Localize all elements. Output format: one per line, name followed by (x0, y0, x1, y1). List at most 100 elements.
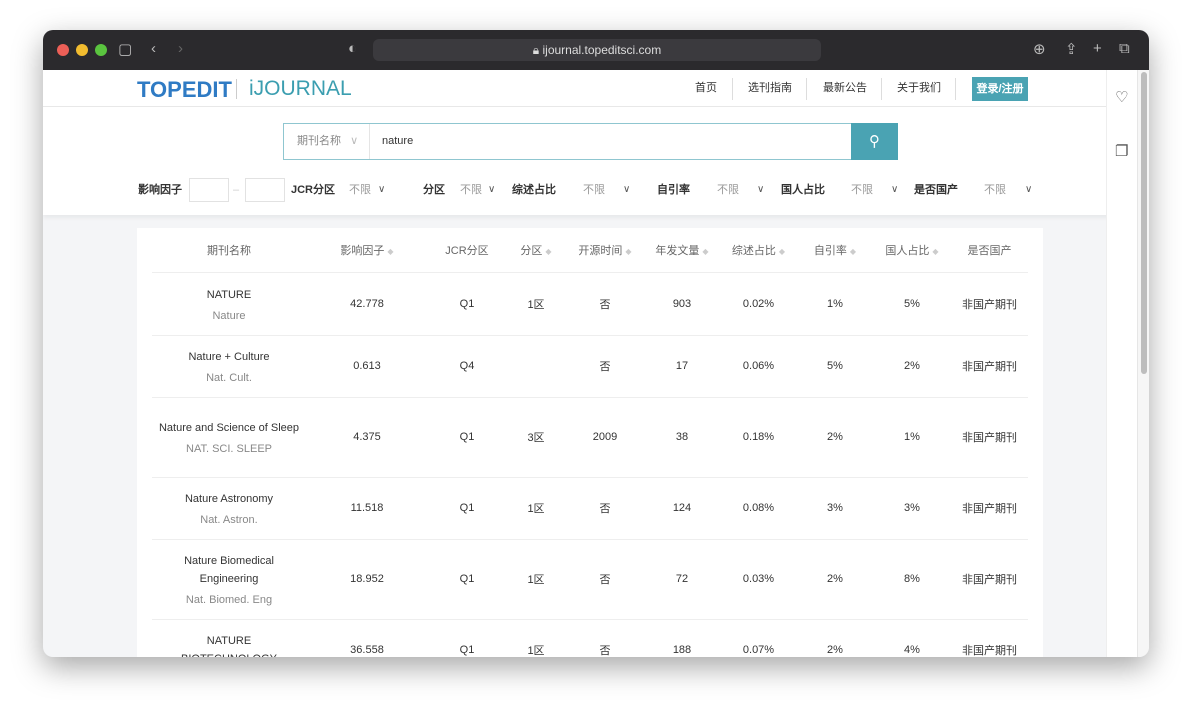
page-scrollbar[interactable] (1137, 70, 1149, 657)
nav-guide[interactable]: 选刊指南 (748, 70, 792, 107)
sidebar-icon[interactable]: ▢ (118, 40, 132, 58)
logo-topedit[interactable]: TOPEDIT (137, 77, 232, 103)
cell-count: 72 (644, 539, 720, 620)
journal-name[interactable]: Nature Biomedical Engineering (158, 552, 300, 588)
login-register-button[interactable]: 登录/注册 (972, 77, 1028, 101)
search-box: 期刊名称 ∨ nature ⚲ (283, 123, 898, 160)
table-row[interactable]: NATURE BIOTECHNOLOGY36.558Q11区否1880.07%2… (152, 619, 1028, 657)
journal-name[interactable]: NATURE (158, 286, 300, 304)
chevron-down-icon: ∨ (350, 135, 359, 147)
cell-review: 0.06% (720, 335, 797, 398)
cell-oa: 否 (566, 619, 644, 657)
journal-name-cell[interactable]: Nature + Culture Nat. Cult. (152, 335, 306, 398)
nav-divider (881, 78, 882, 100)
journal-name-cell[interactable]: NATURE Nature (152, 272, 306, 336)
cell-review: 0.18% (720, 397, 797, 478)
minimize-window-button[interactable] (76, 44, 88, 56)
chevron-down-icon[interactable]: ∨ (891, 177, 898, 203)
journal-name-cell[interactable]: Nature and Science of Sleep NAT. SCI. SLE… (152, 397, 306, 478)
search-field-select[interactable]: 期刊名称 ∨ (284, 124, 370, 159)
cell-zone: 1区 (506, 477, 566, 540)
table-row[interactable]: Nature and Science of Sleep NAT. SCI. SLE… (152, 397, 1028, 478)
col-domestic: 是否国产 (951, 228, 1028, 273)
cell-jcr: Q1 (428, 477, 506, 540)
filter-self-cite-select[interactable]: 不限 (717, 177, 739, 203)
cell-count: 38 (644, 397, 720, 478)
journal-name[interactable]: NATURE BIOTECHNOLOGY (158, 632, 300, 657)
filter-bar: 影响因子 – JCR分区 不限 ∨ 分区 不限 ∨ 综述占比 不限 ∨ 自引率 … (138, 177, 1137, 203)
download-icon[interactable]: ⊕ (1033, 40, 1046, 58)
forward-icon[interactable]: › (178, 40, 183, 57)
filter-self-cite-label: 自引率 (657, 184, 690, 196)
nav-about[interactable]: 关于我们 (897, 70, 941, 107)
tabs-overview-icon[interactable]: ⧉ (1119, 40, 1130, 57)
journal-name-cell[interactable]: Nature Biomedical Engineering Nat. Biomed… (152, 539, 306, 620)
nav-home[interactable]: 首页 (695, 70, 717, 107)
col-self-cite[interactable]: 自引率 ◆ (797, 228, 873, 273)
nav-divider (806, 78, 807, 100)
journal-name[interactable]: Nature and Science of Sleep (158, 419, 300, 437)
table-row[interactable]: Nature Biomedical Engineering Nat. Biomed… (152, 539, 1028, 620)
cell-self: 3% (797, 477, 873, 540)
cell-zone (506, 335, 566, 398)
filter-domestic-select[interactable]: 不限 (984, 177, 1006, 203)
col-review[interactable]: 综述占比 ◆ (720, 228, 797, 273)
col-cn[interactable]: 国人占比 ◆ (873, 228, 951, 273)
nav-announcements[interactable]: 最新公告 (823, 70, 867, 107)
chevron-down-icon[interactable]: ∨ (1025, 177, 1032, 203)
cell-self: 2% (797, 619, 873, 657)
journal-abbr: NAT. SCI. SLEEP (186, 443, 272, 455)
cell-zone: 1区 (506, 272, 566, 336)
cell-if: 36.558 (306, 619, 428, 657)
table-row[interactable]: Nature Astronomy Nat. Astron. 11.518 Q1 1区否 1… (152, 477, 1028, 540)
table-row[interactable]: Nature + Culture Nat. Cult. 0.613 Q4 否 17 0.06… (152, 335, 1028, 398)
filter-cn-select[interactable]: 不限 (851, 177, 873, 203)
if-min-input[interactable] (189, 178, 229, 202)
filter-review-select[interactable]: 不限 (583, 177, 605, 203)
table-row[interactable]: NATURE Nature 42.778 Q1 1区否 903 0.02% 1% 5% 非国产期刊 (152, 272, 1028, 336)
logo-ijournal[interactable]: iJOURNAL (249, 77, 352, 101)
cell-zone: 1区 (506, 619, 566, 657)
if-max-input[interactable] (245, 178, 285, 202)
cell-zone: 1区 (506, 539, 566, 620)
cell-zone: 3区 (506, 397, 566, 478)
floating-sidebar: ♡ ❐ (1106, 70, 1137, 657)
filter-cn-label: 国人占比 (781, 184, 825, 196)
col-count[interactable]: 年发文量 ◆ (644, 228, 720, 273)
col-oa[interactable]: 开源时间 ◆ (566, 228, 644, 273)
col-zone[interactable]: 分区 ◆ (506, 228, 566, 273)
journal-name-cell[interactable]: Nature Astronomy Nat. Astron. (152, 477, 306, 540)
filter-zone-select[interactable]: 不限 (460, 177, 482, 203)
chevron-down-icon[interactable]: ∨ (623, 177, 630, 203)
cell-domestic: 非国产期刊 (951, 619, 1028, 657)
search-input[interactable]: nature (382, 124, 413, 159)
feedback-chat-icon[interactable]: ❐ (1115, 142, 1128, 160)
filter-jcr-select[interactable]: 不限 (349, 177, 371, 203)
shield-icon[interactable]: ◐ (348, 40, 357, 57)
cell-review: 0.08% (720, 477, 797, 540)
journal-name[interactable]: Nature + Culture (158, 348, 300, 366)
scrollbar-thumb[interactable] (1141, 72, 1147, 374)
favorite-heart-icon[interactable]: ♡ (1115, 88, 1128, 106)
col-if[interactable]: 影响因子 ◆ (306, 228, 428, 273)
chevron-down-icon[interactable]: ∨ (757, 177, 764, 203)
journal-name-cell[interactable]: NATURE BIOTECHNOLOGY (152, 619, 306, 657)
back-icon[interactable]: ‹ (151, 40, 156, 57)
cell-cn: 8% (873, 539, 951, 620)
address-bar[interactable]: 🔒︎ ijournal.topeditsci.com (373, 39, 821, 61)
search-button[interactable]: ⚲ (851, 123, 898, 160)
close-window-button[interactable] (57, 44, 69, 56)
new-tab-icon[interactable]: + (1093, 40, 1102, 57)
share-icon[interactable]: ⇪ (1065, 40, 1078, 58)
cell-if: 42.778 (306, 272, 428, 336)
journal-name[interactable]: Nature Astronomy (158, 490, 300, 508)
cell-cn: 2% (873, 335, 951, 398)
cell-domestic: 非国产期刊 (951, 272, 1028, 336)
col-jcr: JCR分区 (428, 228, 506, 273)
chevron-down-icon[interactable]: ∨ (378, 177, 385, 203)
maximize-window-button[interactable] (95, 44, 107, 56)
filter-if-label: 影响因子 (138, 184, 182, 196)
cell-count: 17 (644, 335, 720, 398)
web-page: TOPEDIT iJOURNAL 首页 选刊指南 最新公告 关于我们 登录/注册… (43, 70, 1137, 657)
chevron-down-icon[interactable]: ∨ (488, 177, 495, 203)
